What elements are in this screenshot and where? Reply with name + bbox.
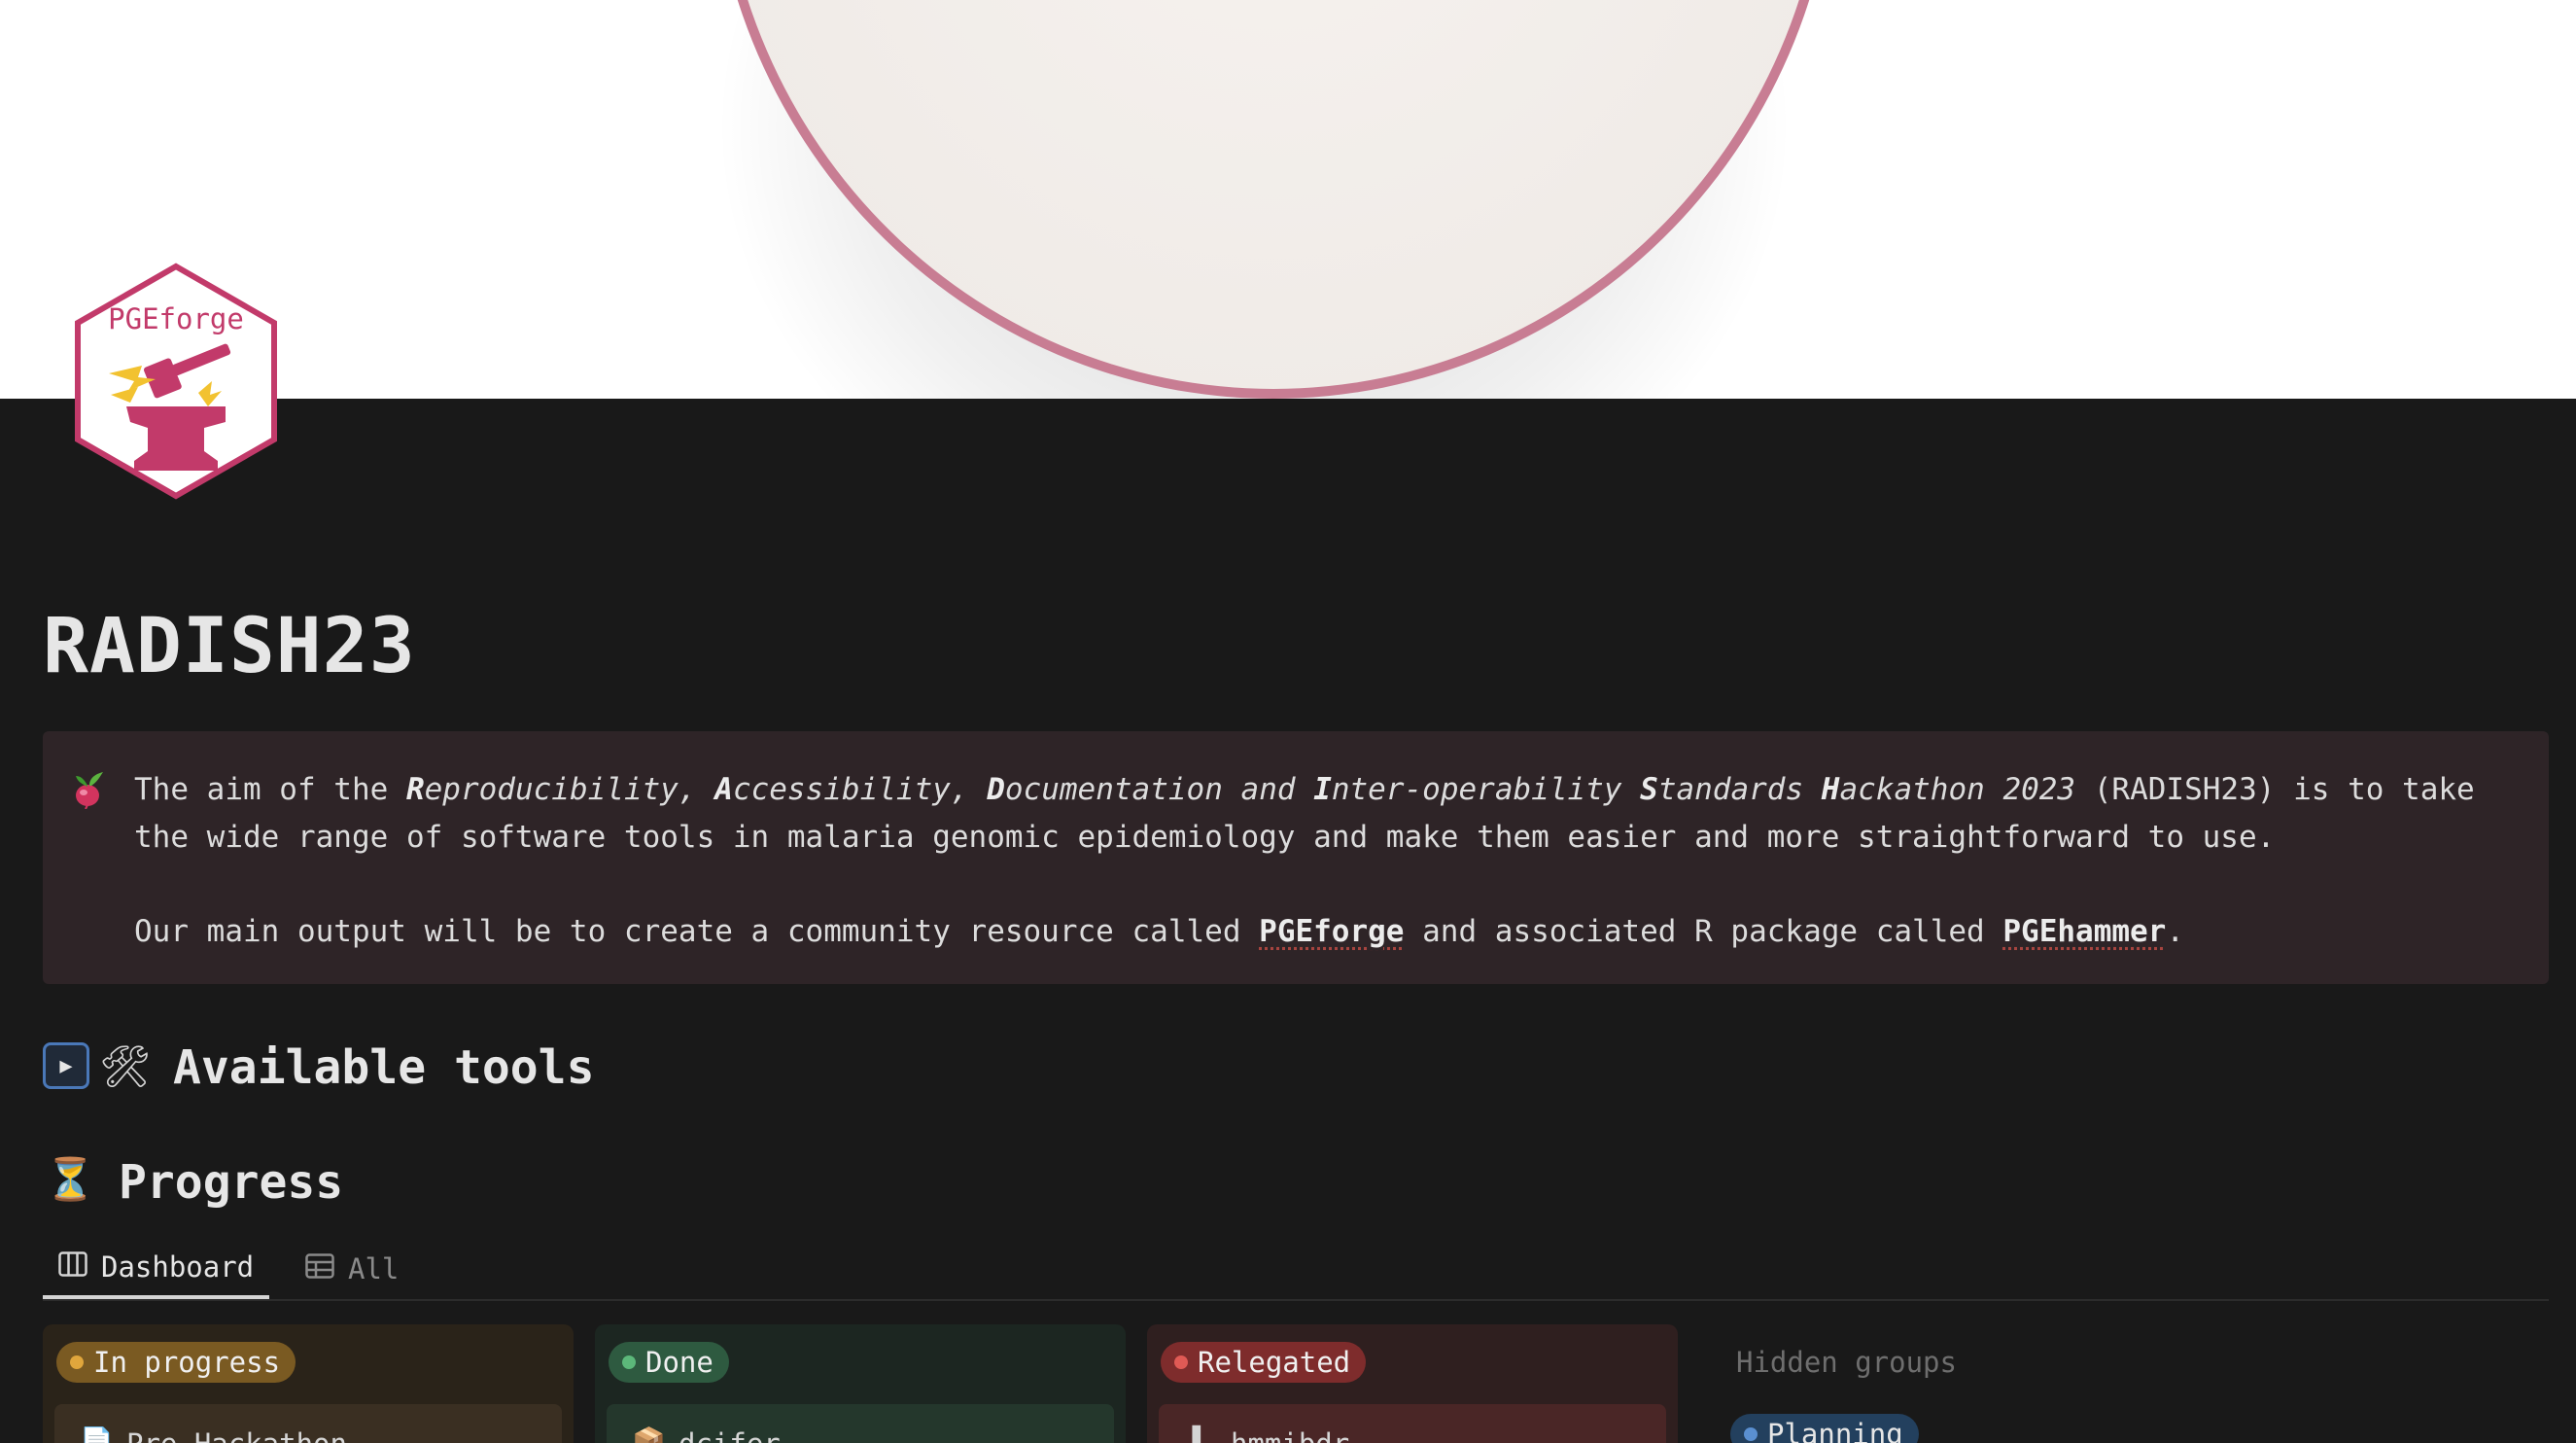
board-card[interactable]: 📄 Pre-Hackathon <box>54 1404 562 1443</box>
board-card[interactable]: ▐ hmmibdr <box>1159 1404 1666 1443</box>
board-card[interactable]: 📦 dcifer <box>607 1404 1114 1443</box>
status-badge[interactable]: Done <box>609 1342 729 1383</box>
hourglass-icon: ⏳ <box>45 1155 96 1203</box>
callout-block[interactable]: The aim of the Reproducibility, Accessib… <box>43 731 2549 984</box>
table-icon <box>305 1252 334 1285</box>
pgeforge-link[interactable]: PGEforge <box>1259 914 1404 949</box>
page-title[interactable]: RADISH23 <box>43 603 416 690</box>
board-column-in-progress: In progress 📄 Pre-Hackathon <box>43 1324 574 1443</box>
pgehammer-link[interactable]: PGEhammer <box>2002 914 2166 949</box>
hidden-groups-label: Hidden groups <box>1736 1346 1957 1379</box>
package-icon: 📦 <box>632 1425 666 1443</box>
progress-heading[interactable]: Progress <box>119 1155 343 1210</box>
tab-dashboard[interactable]: Dashboard <box>43 1239 270 1299</box>
tab-all[interactable]: All <box>305 1239 399 1299</box>
logo-text: PGEforge <box>108 302 244 335</box>
bar-icon: ▐ <box>1184 1425 1201 1443</box>
hidden-group-planning[interactable]: Planning <box>1730 1414 1919 1443</box>
status-dot <box>1174 1355 1188 1369</box>
hammer-and-wrench-icon: 🛠 <box>99 1042 152 1090</box>
page-icon: 📄 <box>80 1425 114 1443</box>
status-badge[interactable]: In progress <box>56 1342 296 1383</box>
available-tools-heading[interactable]: Available tools <box>173 1040 594 1095</box>
status-dot <box>622 1355 636 1369</box>
board-icon <box>58 1250 87 1284</box>
status-badge[interactable]: Relegated <box>1161 1342 1367 1383</box>
radish-icon <box>72 770 107 817</box>
cover-image <box>0 0 2576 399</box>
callout-paragraph-2: Our main output will be to create a comm… <box>134 914 2185 949</box>
status-dot <box>1744 1427 1758 1441</box>
view-tabs: Dashboard All <box>43 1231 2549 1301</box>
play-triangle-icon: ▶ <box>59 1053 73 1078</box>
pgeforge-logo: PGEforge <box>75 263 277 500</box>
callout-paragraph-1: The aim of the Reproducibility, Accessib… <box>134 772 2475 855</box>
toggle-expand-button[interactable]: ▶ <box>43 1042 89 1089</box>
board-column-relegated: Relegated ▐ hmmibdr <box>1147 1324 1678 1443</box>
callout-text: The aim of the Reproducibility, Accessib… <box>134 766 2525 956</box>
board-column-done: Done 📦 dcifer <box>595 1324 1126 1443</box>
status-dot <box>70 1355 84 1369</box>
